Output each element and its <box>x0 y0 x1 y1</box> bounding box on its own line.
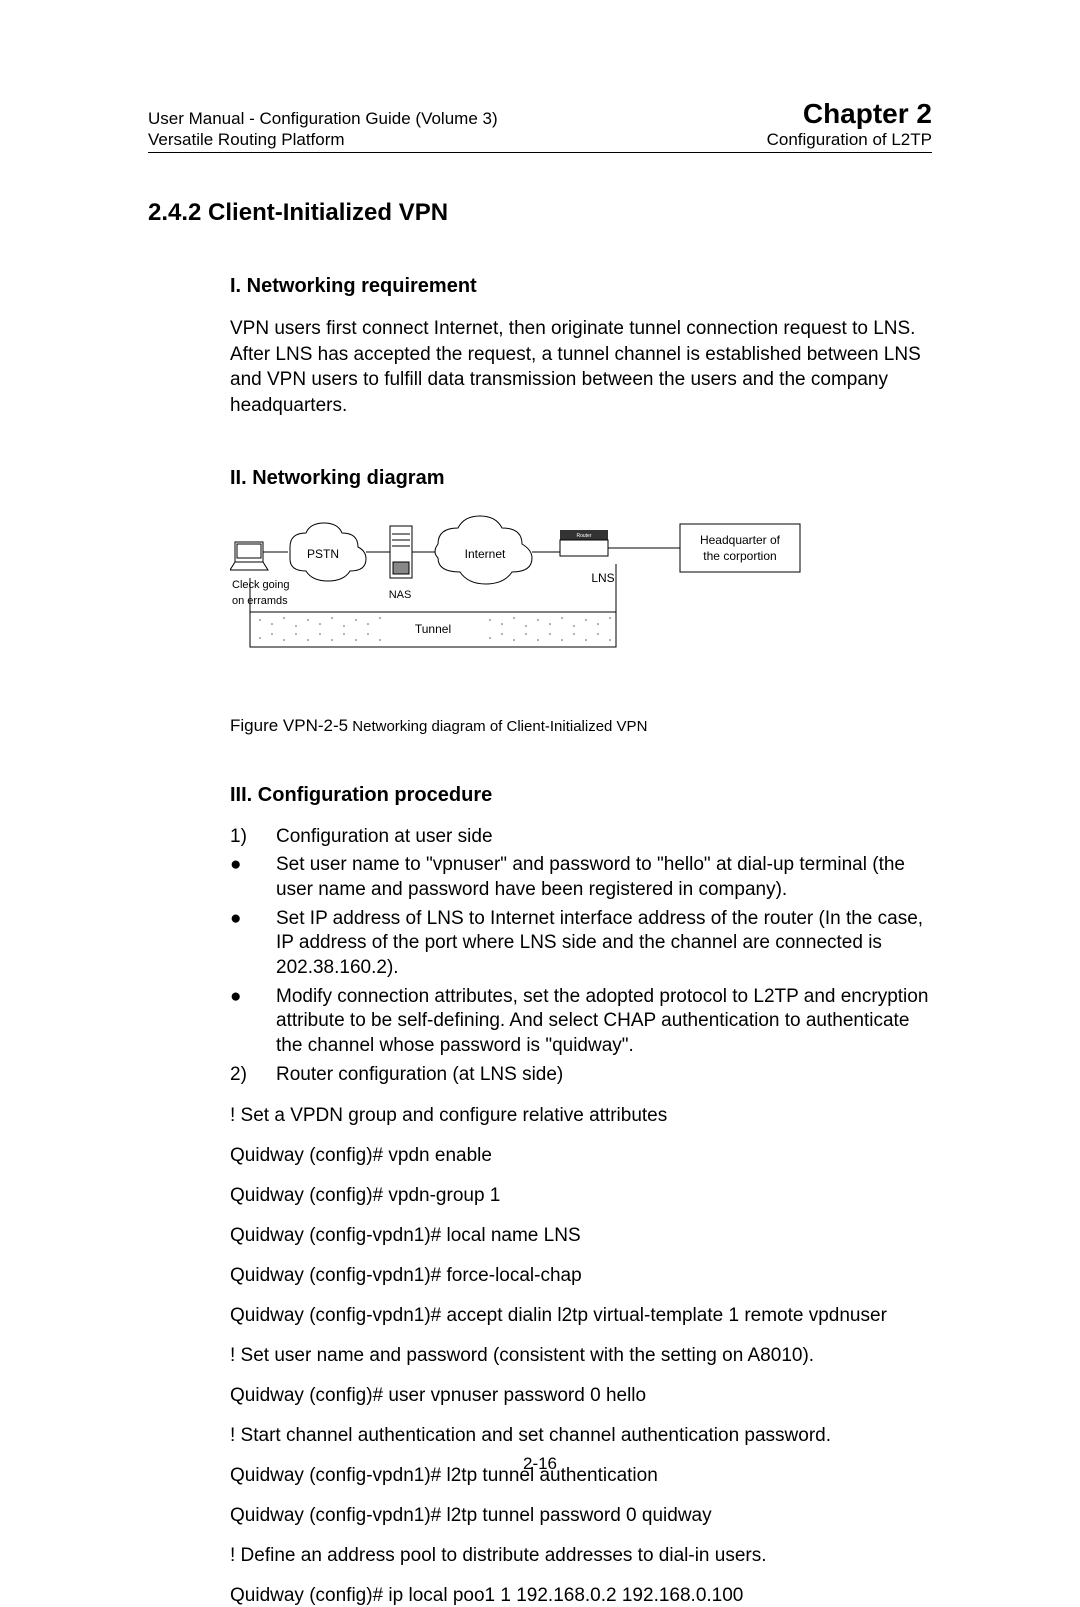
command-line: Quidway (config)# vpdn enable <box>230 1145 932 1167</box>
header-platform: Versatile Routing Platform <box>148 129 498 150</box>
label-internet: Internet <box>465 547 506 561</box>
header-left: User Manual - Configuration Guide (Volum… <box>148 108 498 151</box>
command-line: Quidway (config-vpdn1)# accept dialin l2… <box>230 1305 932 1327</box>
command-line: Quidway (config)# ip local poo1 1 192.16… <box>230 1585 932 1607</box>
network-diagram: PSTN Internet Router LNS <box>230 512 932 736</box>
list-item: ●Set user name to "vpnuser" and password… <box>230 853 932 902</box>
command-line: Quidway (config)# user vpnuser password … <box>230 1385 932 1407</box>
header-right: Chapter 2 Configuration of L2TP <box>767 98 932 150</box>
list-item: 2)Router configuration (at LNS side) <box>230 1063 932 1088</box>
command-line: Quidway (config-vpdn1)# local name LNS <box>230 1225 932 1247</box>
config-list: 1)Configuration at user side ●Set user n… <box>230 825 932 1088</box>
list-text: Set IP address of LNS to Internet interf… <box>276 907 932 981</box>
svg-text:Router: Router <box>576 533 591 539</box>
list-marker: ● <box>230 853 276 902</box>
list-marker: ● <box>230 985 276 1059</box>
header-manual-title: User Manual - Configuration Guide (Volum… <box>148 108 498 129</box>
figure-caption-text: Networking diagram of Client-Initialized… <box>348 718 647 735</box>
command-line: ! Set a VPDN group and configure relativ… <box>230 1105 932 1127</box>
paragraph-requirement: VPN users first connect Internet, then o… <box>230 316 932 419</box>
page-number: 2-16 <box>0 1454 1080 1474</box>
content-block: I. Networking requirement VPN users firs… <box>230 275 932 1607</box>
label-nas: NAS <box>389 589 412 601</box>
figure-number: Figure VPN-2-5 <box>230 716 348 735</box>
subheading-requirement: I. Networking requirement <box>230 275 932 298</box>
list-marker: 2) <box>230 1063 276 1088</box>
diagram-svg: PSTN Internet Router LNS <box>230 512 810 692</box>
page-header: User Manual - Configuration Guide (Volum… <box>148 98 932 153</box>
list-item: 1)Configuration at user side <box>230 825 932 850</box>
list-text: Router configuration (at LNS side) <box>276 1063 932 1088</box>
list-item: ●Modify connection attributes, set the a… <box>230 985 932 1059</box>
command-line: ! Start channel authentication and set c… <box>230 1425 932 1447</box>
label-hq1: Headquarter of <box>700 533 781 547</box>
list-text: Set user name to "vpnuser" and password … <box>276 853 932 902</box>
label-clerk1: Cleck going <box>232 579 289 591</box>
figure-caption: Figure VPN-2-5 Networking diagram of Cli… <box>230 716 932 736</box>
header-subtitle: Configuration of L2TP <box>767 130 932 150</box>
label-clerk2: on erramds <box>232 595 288 607</box>
header-chapter: Chapter 2 <box>767 98 932 130</box>
label-tunnel: Tunnel <box>415 622 451 636</box>
subheading-config: III. Configuration procedure <box>230 784 932 807</box>
list-text: Modify connection attributes, set the ad… <box>276 985 932 1059</box>
label-lns: LNS <box>591 571 614 585</box>
command-line: Quidway (config)# vpdn-group 1 <box>230 1185 932 1207</box>
command-line: Quidway (config-vpdn1)# force-local-chap <box>230 1265 932 1287</box>
command-line: Quidway (config-vpdn1)# l2tp tunnel pass… <box>230 1505 932 1527</box>
command-line: ! Set user name and password (consistent… <box>230 1345 932 1367</box>
list-marker: ● <box>230 907 276 981</box>
command-line: ! Define an address pool to distribute a… <box>230 1545 932 1567</box>
section-heading: 2.4.2 Client-Initialized VPN <box>148 199 932 227</box>
subheading-diagram: II. Networking diagram <box>230 467 932 490</box>
label-hq2: the corportion <box>703 549 776 563</box>
label-pstn: PSTN <box>307 547 339 561</box>
list-item: ●Set IP address of LNS to Internet inter… <box>230 907 932 981</box>
list-marker: 1) <box>230 825 276 850</box>
page: User Manual - Configuration Guide (Volum… <box>0 0 1080 1528</box>
list-text: Configuration at user side <box>276 825 932 850</box>
